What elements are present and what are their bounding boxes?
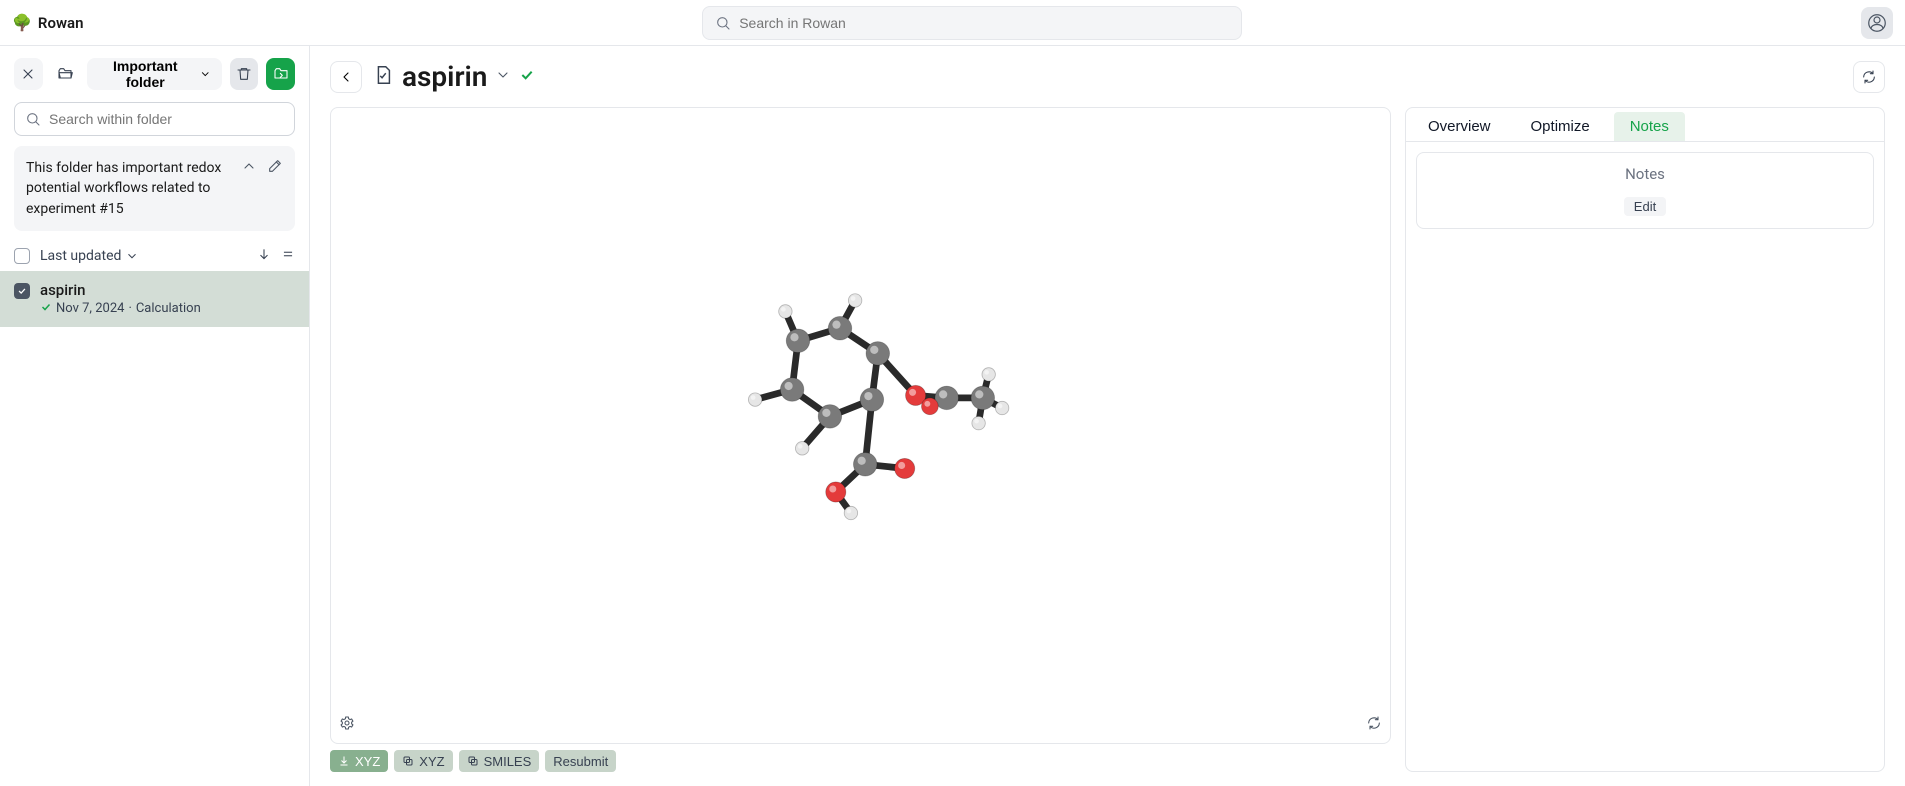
close-icon xyxy=(20,66,36,82)
download-icon xyxy=(338,755,350,767)
copy-smiles-button[interactable]: SMILES xyxy=(459,750,540,772)
close-folder-button[interactable] xyxy=(14,58,43,90)
folder-name: Important folder xyxy=(97,58,193,90)
copy-icon xyxy=(402,755,414,767)
chevron-down-icon xyxy=(495,67,511,83)
sidebar: Important folder This folder has importa… xyxy=(0,46,310,786)
notes-card: Notes Edit xyxy=(1416,152,1874,229)
edit-notes-button[interactable]: Edit xyxy=(1624,197,1666,216)
molecule-canvas[interactable] xyxy=(651,218,1071,598)
folder-note-text: This folder has important redox potentia… xyxy=(26,158,231,219)
tab-bar: Overview Optimize Notes xyxy=(1406,108,1884,142)
global-search[interactable] xyxy=(702,6,1242,40)
right-panel: Overview Optimize Notes Notes Edit xyxy=(1405,107,1885,772)
item-title: aspirin xyxy=(40,281,295,299)
sort-label-text: Last updated xyxy=(40,248,121,264)
folder-dropdown[interactable]: Important folder xyxy=(87,58,221,90)
search-icon xyxy=(25,111,41,127)
status-check-icon xyxy=(519,67,535,87)
back-button[interactable] xyxy=(330,61,362,93)
global-search-input[interactable] xyxy=(739,15,1229,31)
move-to-folder-button[interactable] xyxy=(266,58,295,90)
content-pane: aspirin xyxy=(310,46,1905,786)
list-density-button[interactable] xyxy=(281,247,295,265)
tab-optimize[interactable]: Optimize xyxy=(1515,112,1606,141)
refresh-icon xyxy=(1366,715,1382,731)
chevron-left-icon xyxy=(338,69,354,85)
delete-button[interactable] xyxy=(230,58,259,90)
refresh-button[interactable] xyxy=(1853,61,1885,93)
folder-note: This folder has important redox potentia… xyxy=(14,146,295,231)
folder-move-icon xyxy=(273,66,289,82)
tree-icon: 🌳 xyxy=(12,13,32,32)
refresh-icon xyxy=(1861,69,1877,85)
status-check-icon xyxy=(40,301,52,317)
copy-xyz-button[interactable]: XYZ xyxy=(394,750,452,772)
check-icon xyxy=(17,286,27,296)
select-all-checkbox[interactable] xyxy=(14,248,30,264)
sort-dropdown[interactable]: Last updated xyxy=(40,248,139,264)
arrow-down-icon xyxy=(257,247,271,261)
item-date: Nov 7, 2024 xyxy=(56,301,124,316)
notes-heading: Notes xyxy=(1625,165,1665,183)
download-xyz-label: XYZ xyxy=(355,754,380,769)
viewer-settings-button[interactable] xyxy=(339,715,355,735)
copy-icon xyxy=(467,755,479,767)
list-icon xyxy=(281,247,295,261)
title-dropdown[interactable] xyxy=(495,67,511,87)
page-title: aspirin xyxy=(402,60,487,93)
sort-direction-button[interactable] xyxy=(257,247,271,265)
gear-icon xyxy=(339,715,355,731)
folder-icon-button[interactable] xyxy=(51,58,80,90)
edit-note-button[interactable] xyxy=(267,158,283,219)
item-type: Calculation xyxy=(136,301,201,316)
copy-xyz-label: XYZ xyxy=(419,754,444,769)
tab-overview[interactable]: Overview xyxy=(1412,112,1507,141)
tab-notes[interactable]: Notes xyxy=(1614,112,1685,141)
chevron-up-icon xyxy=(241,158,257,174)
resubmit-button[interactable]: Resubmit xyxy=(545,750,616,772)
copy-smiles-label: SMILES xyxy=(484,754,532,769)
viewer-refresh-button[interactable] xyxy=(1366,715,1382,735)
list-item[interactable]: aspirin Nov 7, 2024 · Calculation xyxy=(0,271,309,327)
chevron-down-icon xyxy=(199,67,211,81)
brand-text: Rowan xyxy=(38,14,84,32)
search-icon xyxy=(715,15,731,31)
document-icon xyxy=(372,64,394,90)
chevron-down-icon xyxy=(125,249,139,263)
molecule-viewer[interactable] xyxy=(330,107,1391,744)
folder-search[interactable] xyxy=(14,102,295,136)
folder-search-input[interactable] xyxy=(49,111,284,127)
resubmit-label: Resubmit xyxy=(553,754,608,769)
edit-icon xyxy=(267,158,283,174)
collapse-note-button[interactable] xyxy=(241,158,257,219)
trash-icon xyxy=(236,66,252,82)
download-xyz-button[interactable]: XYZ xyxy=(330,750,388,772)
user-icon xyxy=(1868,14,1886,32)
folder-open-icon xyxy=(57,66,73,82)
profile-button[interactable] xyxy=(1861,7,1893,39)
item-checkbox[interactable] xyxy=(14,283,30,299)
app-logo[interactable]: 🌳 Rowan xyxy=(12,13,83,32)
